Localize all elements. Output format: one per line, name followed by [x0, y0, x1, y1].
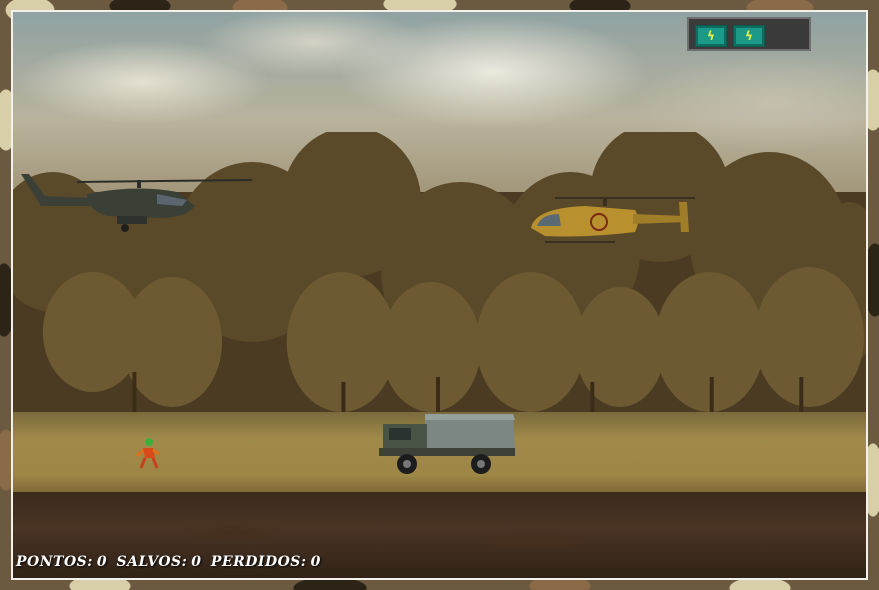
lost-label: PERDIDOS: [210, 554, 307, 570]
lost-value: 0 [310, 554, 321, 570]
score-bar: PONTOS: 0 SALVOS: 0 PERDIDOS: 0 [16, 554, 325, 570]
score-value: 0 [96, 554, 108, 570]
saved-value: 0 [191, 554, 202, 570]
energy-bolt-icon: ϟ [733, 25, 765, 47]
energy-bolt-icon: ϟ [695, 25, 727, 47]
game-canvas[interactable]: ϟ ϟ PONTOS: 0 SALVOS: 0 PERDIDOS: 0 [11, 10, 868, 580]
army-truck [379, 414, 515, 474]
enemy-attack-helicopter [21, 174, 253, 232]
lives-panel: ϟ ϟ [687, 17, 811, 51]
soldier-hostage [135, 438, 160, 469]
score-label: PONTOS: [16, 554, 93, 570]
player-helicopter [531, 197, 695, 243]
saved-label: SALVOS: [116, 554, 188, 570]
